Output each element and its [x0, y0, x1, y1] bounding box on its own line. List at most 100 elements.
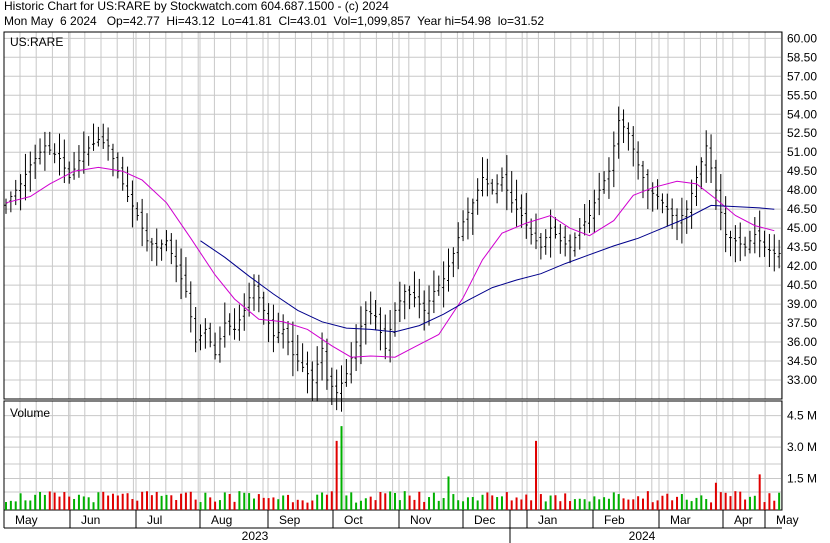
price-tick-label: 33.00 — [787, 373, 817, 387]
price-bar — [660, 193, 664, 214]
price-bar — [694, 165, 698, 206]
price-tick-label: 43.50 — [787, 240, 817, 254]
price-bar — [510, 171, 514, 213]
price-grid — [3, 32, 782, 399]
price-tick-label: 60.00 — [787, 31, 817, 45]
price-bar — [92, 123, 96, 151]
price-bar — [427, 285, 431, 326]
month-tick-label: Mar — [670, 513, 691, 527]
month-tick-label: Dec — [474, 513, 495, 527]
price-bar — [383, 314, 387, 360]
volume-tick-label: 1.5 M — [787, 472, 817, 486]
price-bar — [349, 342, 353, 384]
price-bar — [242, 293, 246, 331]
price-bar — [281, 314, 285, 349]
price-bar — [403, 284, 407, 320]
price-tick-label: 54.00 — [787, 107, 817, 121]
price-bar — [199, 324, 202, 351]
price-bar — [106, 127, 110, 161]
price-bar — [724, 196, 728, 253]
volume-tick-label: 3.0 M — [787, 440, 817, 454]
price-bar — [515, 179, 519, 227]
price-bar — [169, 233, 173, 265]
price-tick-label: 52.50 — [787, 126, 817, 140]
price-bar — [4, 198, 8, 214]
month-tick-label: May — [776, 513, 799, 527]
price-bar — [432, 270, 436, 314]
price-bar — [369, 291, 373, 325]
price-bar — [767, 233, 771, 267]
price-bar — [777, 239, 781, 269]
price-tick-label: 51.00 — [787, 145, 817, 159]
price-bar — [636, 141, 640, 180]
price-bar — [437, 275, 441, 296]
price-tick-label: 46.50 — [787, 202, 817, 216]
price-bar — [354, 324, 358, 372]
price-tick-label: 45.00 — [787, 221, 817, 235]
price-tick-label: 40.50 — [787, 278, 817, 292]
volume-panel-title: Volume — [10, 406, 50, 420]
price-bar — [296, 334, 300, 372]
price-bar — [96, 126, 100, 147]
price-bar — [340, 365, 344, 412]
price-bar — [121, 156, 125, 191]
price-bar — [753, 217, 757, 254]
month-tick-label: Jul — [147, 513, 162, 527]
price-bar — [101, 123, 105, 149]
price-bar — [305, 351, 309, 394]
price-bar — [378, 307, 382, 351]
price-bar — [271, 304, 275, 353]
price-bar — [573, 232, 577, 257]
volume-tick-label: 4.5 M — [787, 409, 817, 423]
price-panel-title: US:RARE — [10, 35, 63, 49]
price-bar — [534, 213, 538, 250]
month-tick-label: Feb — [604, 513, 625, 527]
price-bar — [544, 229, 548, 255]
month-tick-label: Sep — [279, 513, 301, 527]
price-tick-label: 49.50 — [787, 164, 817, 178]
month-tick-label: Nov — [410, 513, 431, 527]
price-bar — [57, 133, 61, 176]
price-bar — [729, 230, 733, 257]
price-bar — [442, 261, 446, 308]
price-bar — [291, 321, 295, 377]
price-bar — [301, 343, 305, 373]
price-bar — [451, 247, 455, 278]
price-bar — [14, 179, 18, 206]
price-bar — [563, 225, 567, 257]
price-bar — [233, 308, 237, 340]
month-tick-label: Oct — [344, 513, 363, 527]
month-tick-label: Jun — [81, 513, 100, 527]
price-bar — [208, 322, 212, 348]
month-tick-label: Aug — [211, 513, 232, 527]
month-axis-labels: May Jun Jul Aug Sep Oct Nov Dec Jan Feb Mar Apr May — [3, 510, 799, 528]
price-bar — [335, 369, 339, 411]
stock-chart: 60.00 58.50 57.00 55.50 54.00 52.50 51.00 49.50… — [3, 31, 817, 543]
price-bar — [344, 359, 348, 387]
price-bar — [626, 122, 630, 151]
price-tick-label: 57.00 — [787, 69, 817, 83]
price-bar — [257, 274, 261, 313]
volume-axis-labels: 4.5 M 3.0 M 1.5 M — [787, 409, 817, 486]
price-bar — [709, 134, 713, 183]
price-tick-label: 58.50 — [787, 50, 817, 64]
price-bar — [495, 174, 499, 204]
price-axis-labels: 60.00 58.50 57.00 55.50 54.00 52.50 51.00 49.50… — [787, 31, 817, 387]
price-bar — [490, 178, 494, 195]
price-bar — [218, 326, 222, 363]
price-tick-label: 42.00 — [787, 259, 817, 273]
price-bar — [578, 218, 582, 250]
price-bar — [48, 131, 52, 155]
price-bar — [160, 239, 164, 261]
price-bar — [140, 198, 144, 247]
price-bar — [189, 281, 193, 333]
price-tick-label: 36.00 — [787, 335, 817, 349]
price-bar — [607, 157, 611, 199]
price-bar — [77, 145, 81, 178]
price-bar — [758, 210, 762, 258]
price-bar — [631, 126, 635, 167]
year-axis-labels: 2023 2024 — [242, 529, 656, 543]
volume-grid — [3, 401, 782, 510]
price-bar — [38, 138, 42, 165]
price-bar — [466, 197, 470, 240]
